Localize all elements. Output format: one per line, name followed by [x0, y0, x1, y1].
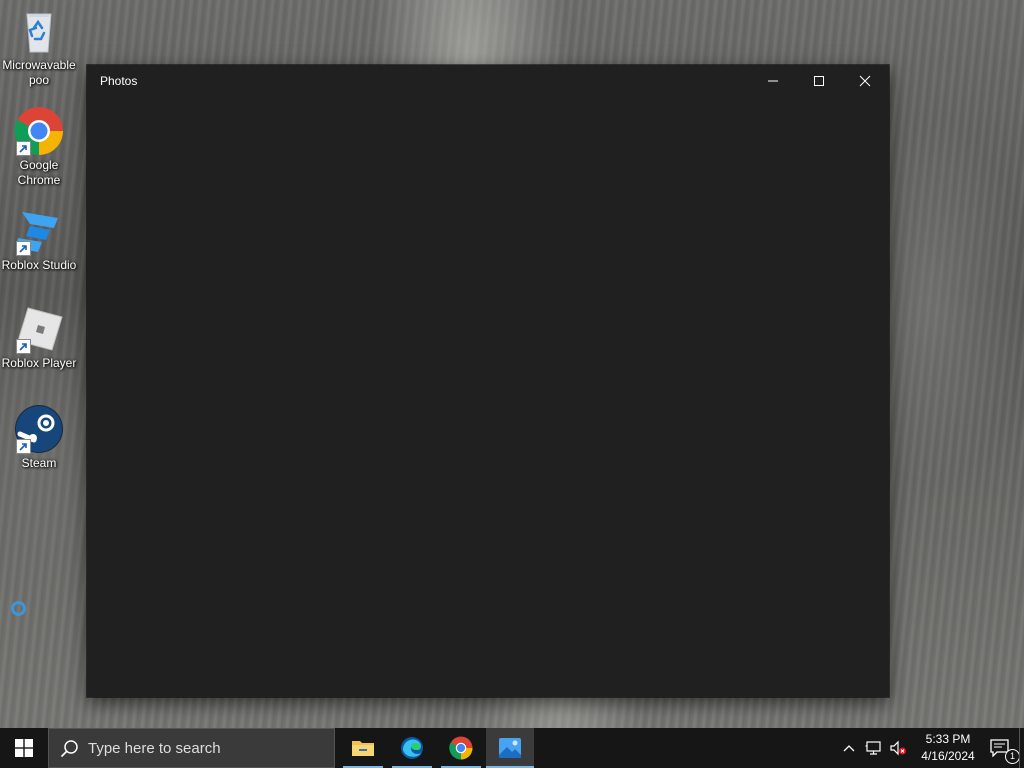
window-title: Photos	[100, 74, 138, 88]
desktop-icon-steam[interactable]: Steam	[0, 404, 78, 471]
volume-muted-icon	[890, 740, 906, 756]
taskbar: Type here to search 5:33 PM 4/16/2024 1	[0, 728, 1024, 768]
search-icon	[60, 739, 80, 764]
start-button[interactable]	[0, 728, 48, 768]
photos-icon	[499, 738, 521, 758]
taskbar-clock[interactable]: 5:33 PM 4/16/2024	[910, 731, 986, 765]
shortcut-arrow-icon	[16, 339, 31, 354]
window-title-bar[interactable]: Photos	[87, 65, 889, 97]
search-placeholder: Type here to search	[88, 740, 221, 757]
shortcut-arrow-icon	[16, 141, 31, 156]
desktop-icon-google-chrome[interactable]: Google Chrome	[0, 106, 78, 188]
photos-content-area	[87, 97, 889, 697]
folder-icon	[352, 741, 374, 756]
recycle-bin-icon	[14, 6, 64, 56]
loading-spinner-icon	[11, 601, 26, 616]
minimize-icon	[768, 80, 778, 82]
roblox-player-icon	[14, 304, 64, 354]
show-hidden-icons-button[interactable]	[838, 728, 860, 768]
shortcut-arrow-icon	[16, 241, 31, 256]
desktop-icon-label: Roblox Player	[1, 356, 77, 370]
chevron-up-icon	[843, 745, 855, 752]
maximize-button[interactable]	[796, 65, 842, 97]
chrome-icon	[14, 106, 64, 156]
desktop-icon-label: Google Chrome	[17, 158, 61, 187]
desktop-icon-label: Steam	[21, 456, 57, 470]
network-button[interactable]	[862, 728, 886, 768]
action-center-button[interactable]: 1	[980, 728, 1020, 768]
edge-icon	[401, 737, 423, 759]
desktop-icon-roblox-player[interactable]: Roblox Player	[0, 304, 78, 371]
desktop-icon-roblox-studio[interactable]: Roblox Studio	[0, 206, 78, 273]
taskbar-app-photos[interactable]	[486, 728, 534, 768]
shortcut-arrow-icon	[16, 439, 31, 454]
minimize-button[interactable]	[750, 65, 796, 97]
volume-button[interactable]	[886, 728, 910, 768]
close-icon	[859, 75, 871, 87]
taskbar-app-file-explorer[interactable]	[339, 728, 387, 768]
desktop-icon-label: Roblox Studio	[1, 258, 77, 272]
roblox-studio-icon	[14, 206, 64, 256]
desktop-icon-recycle-bin[interactable]: Microwavable poo	[0, 6, 78, 88]
photos-window[interactable]: Photos	[87, 65, 889, 697]
steam-icon	[14, 404, 64, 454]
taskbar-search-box[interactable]: Type here to search	[48, 728, 335, 768]
clock-time: 5:33 PM	[925, 732, 971, 746]
maximize-icon	[814, 76, 824, 86]
desktop-icon-label: Microwavable poo	[2, 58, 76, 87]
windows-logo-icon	[15, 739, 33, 757]
close-button[interactable]	[842, 65, 888, 97]
clock-date: 4/16/2024	[921, 749, 975, 763]
show-desktop-button[interactable]	[1019, 728, 1024, 768]
taskbar-app-chrome[interactable]	[437, 728, 485, 768]
taskbar-app-edge[interactable]	[388, 728, 436, 768]
notification-count-badge: 1	[1005, 749, 1020, 764]
network-icon	[865, 741, 881, 755]
desktop: Microwavable poo Google Chrome Roblox St…	[0, 0, 1024, 728]
chrome-icon	[449, 736, 473, 760]
